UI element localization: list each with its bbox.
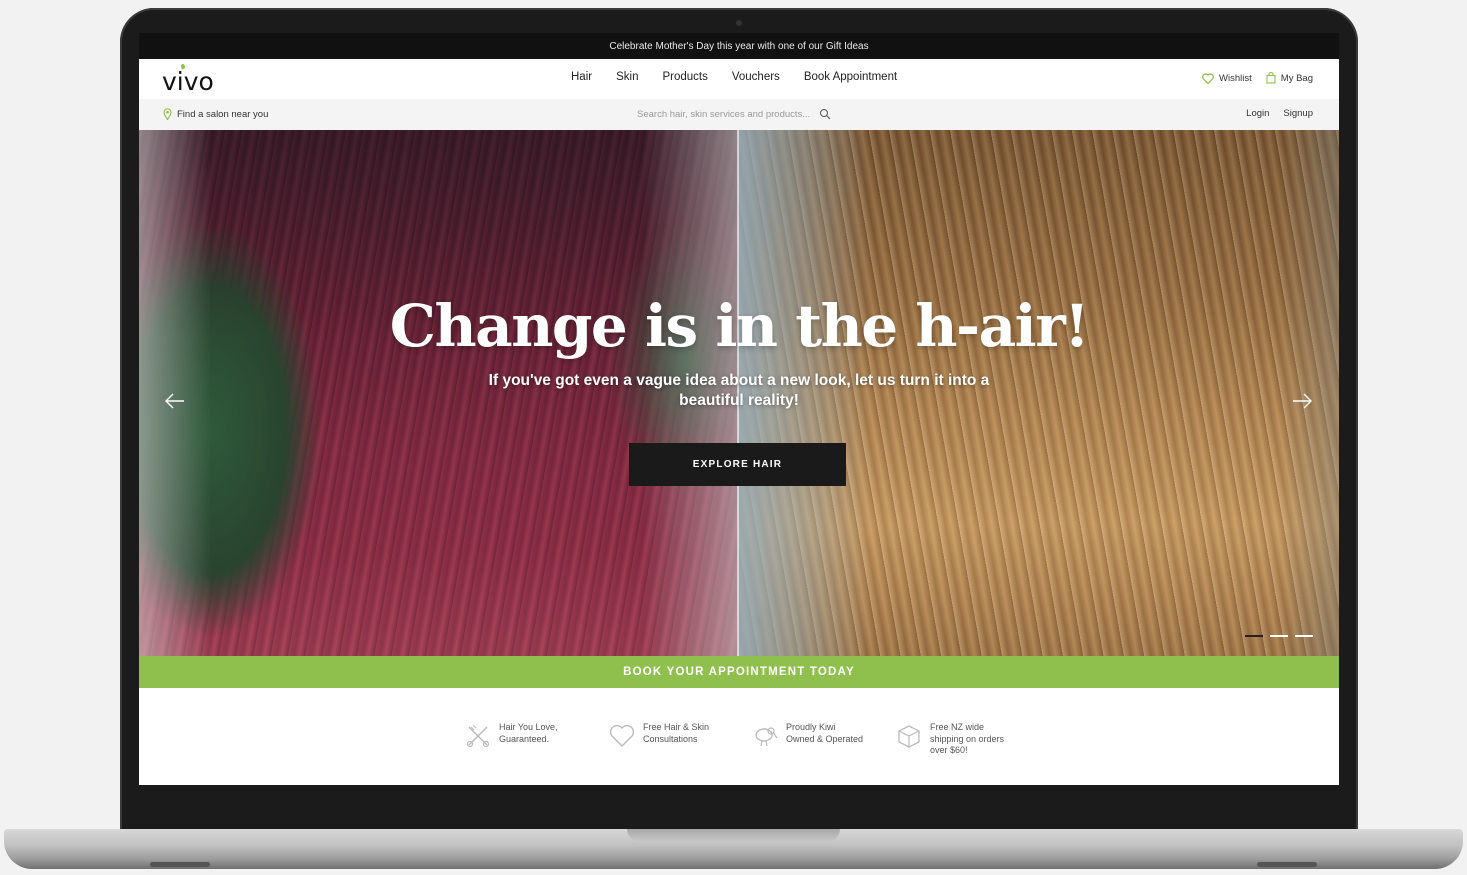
feature-text: Proudly Kiwi Owned & Operated: [786, 722, 864, 744]
feature-item: Free NZ wide shipping on orders over $60…: [896, 722, 1010, 757]
search-input[interactable]: [637, 108, 819, 120]
find-salon-label: Find a salon near you: [177, 108, 269, 120]
nav-products[interactable]: Products: [662, 71, 707, 83]
carousel-dot[interactable]: [1295, 635, 1313, 637]
search-icon[interactable]: [819, 108, 831, 120]
box-icon: [898, 725, 920, 748]
hero-carousel: Change is in the h-air! If you've got ev…: [139, 130, 1339, 656]
announcement-text[interactable]: Celebrate Mother's Day this year with on…: [609, 41, 868, 52]
laptop-foot: [150, 862, 210, 867]
hero-subtitle: If you've got even a vague idea about a …: [488, 372, 990, 409]
sub-bar: Find a salon near you Login Signup: [139, 99, 1339, 130]
find-salon-link[interactable]: Find a salon near you: [163, 108, 268, 120]
nav-book-appointment[interactable]: Book Appointment: [804, 71, 897, 83]
wishlist-label: Wishlist: [1219, 72, 1252, 84]
feature-text: Hair You Love, Guaranteed.: [499, 722, 558, 744]
hero-title: Change is in the h-air!: [389, 292, 1090, 360]
account-links: Wishlist My Bag: [1188, 72, 1313, 84]
my-bag-link[interactable]: My Bag: [1266, 72, 1313, 84]
nav-vouchers[interactable]: Vouchers: [732, 71, 780, 83]
announcement-bar[interactable]: Celebrate Mother's Day this year with on…: [139, 33, 1339, 59]
book-appointment-label: BOOK YOUR APPOINTMENT TODAY: [623, 666, 855, 678]
feature-item: Hair You Love, Guaranteed.: [465, 722, 579, 749]
main-nav: Hair Skin Products Vouchers Book Appoint…: [571, 71, 921, 83]
login-link[interactable]: Login: [1246, 108, 1269, 119]
scissors-comb-icon: [466, 724, 490, 748]
auth-links: Login Signup: [1246, 108, 1313, 119]
kiwi-bird-icon: [755, 727, 778, 747]
nav-hair[interactable]: Hair: [571, 71, 592, 83]
browser-screen: Celebrate Mother's Day this year with on…: [139, 33, 1339, 785]
nav-skin[interactable]: Skin: [616, 71, 638, 83]
feature-item: Free Hair & Skin Consultations: [609, 722, 723, 749]
feature-text: Free Hair & Skin Consultations: [643, 722, 710, 744]
feature-text: Free NZ wide shipping on orders over $60…: [930, 722, 1005, 755]
search-bar: [637, 108, 831, 120]
arrow-left-icon[interactable]: [163, 389, 187, 413]
shopping-bag-icon: [1266, 72, 1276, 84]
arrow-right-icon[interactable]: [1290, 389, 1314, 413]
carousel-dot[interactable]: [1270, 635, 1288, 637]
wishlist-link[interactable]: Wishlist: [1202, 73, 1252, 84]
camera-dot: [736, 20, 742, 26]
logo-text: vivo: [162, 67, 214, 96]
feature-item: Proudly Kiwi Owned & Operated: [752, 722, 866, 749]
my-bag-label: My Bag: [1280, 72, 1313, 84]
laptop-notch: [627, 829, 840, 841]
heart-icon: [1202, 72, 1214, 84]
carousel-dot[interactable]: [1245, 635, 1263, 637]
heart-icon: [609, 724, 635, 747]
book-appointment-bar[interactable]: BOOK YOUR APPOINTMENT TODAY: [139, 656, 1339, 688]
carousel-dots: [1245, 635, 1313, 637]
location-pin-icon: [163, 108, 172, 120]
signup-link[interactable]: Signup: [1283, 108, 1313, 119]
site-header: vivo Hair Skin Products Vouchers Book Ap…: [139, 59, 1339, 99]
vivo-logo[interactable]: vivo: [162, 63, 214, 96]
laptop-foot: [1257, 862, 1317, 867]
explore-hair-button[interactable]: EXPLORE HAIR: [629, 443, 846, 486]
features-strip: Hair You Love, Guaranteed. Free Hair & S…: [139, 688, 1339, 785]
